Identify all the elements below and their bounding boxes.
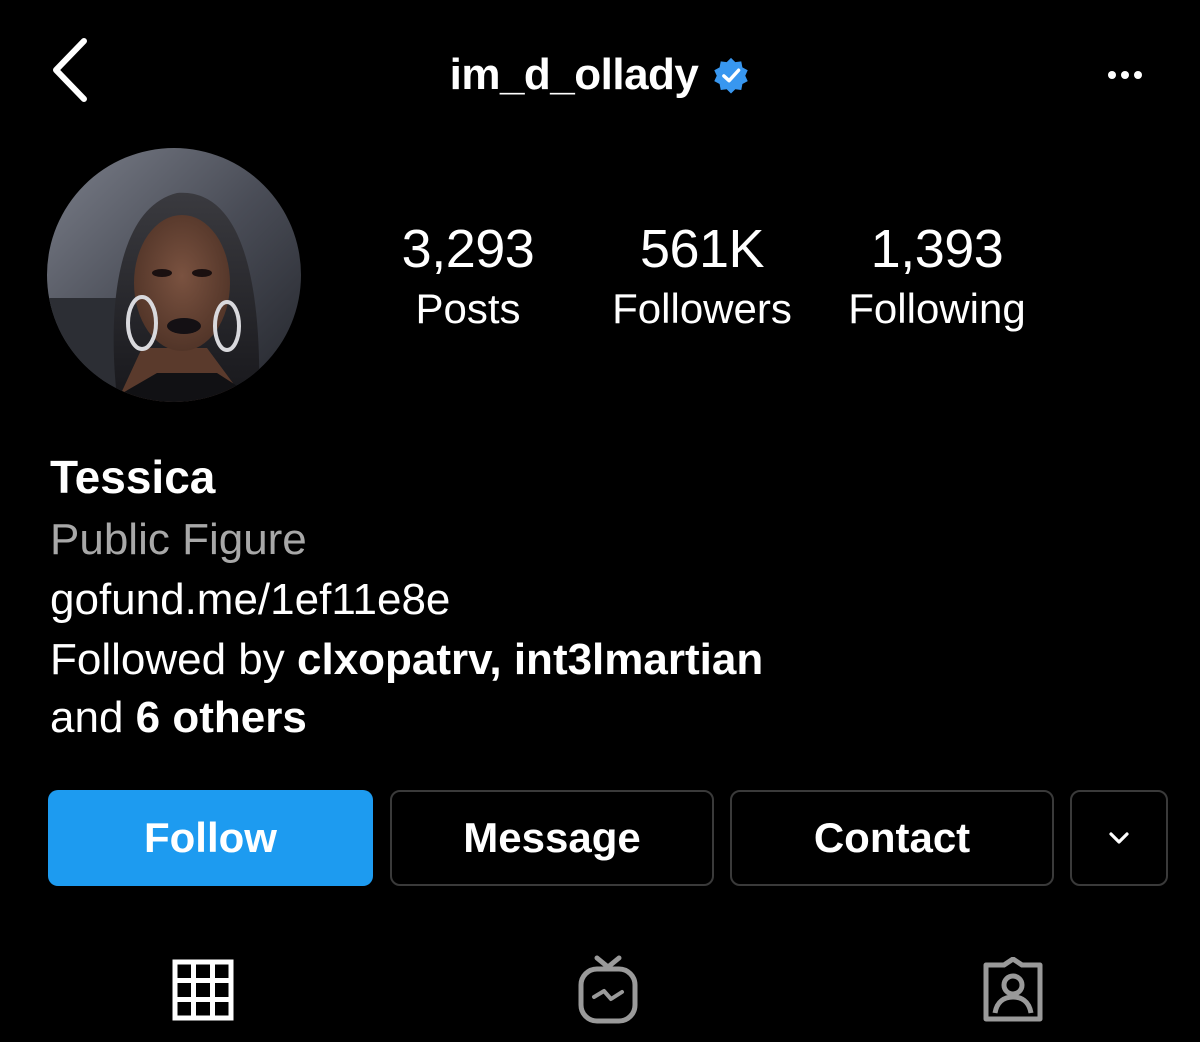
posts-label: Posts xyxy=(415,285,521,332)
followed-by-users: clxopatrv, int3lmartian xyxy=(297,635,764,684)
profile-photo xyxy=(47,148,301,402)
tab-igtv[interactable] xyxy=(548,945,668,1035)
tab-posts-grid[interactable] xyxy=(143,945,263,1035)
chevron-left-icon xyxy=(53,38,87,102)
profile-category: Public Figure xyxy=(50,515,307,564)
igtv-icon xyxy=(578,955,638,1024)
followers-label: Followers xyxy=(612,285,792,332)
grid-icon xyxy=(172,959,234,1021)
followed-by-prefix: Followed by xyxy=(50,635,298,684)
chevron-down-icon xyxy=(1109,832,1129,844)
suggested-accounts-button[interactable] xyxy=(1070,790,1168,886)
avatar[interactable] xyxy=(47,148,301,402)
profile-header: im_d_ollady xyxy=(300,40,900,110)
followers-count: 561K xyxy=(639,219,765,279)
bio-link[interactable]: gofund.me/1ef11e8e xyxy=(50,573,450,627)
tab-tagged[interactable] xyxy=(953,945,1073,1035)
following-label: Following xyxy=(848,285,1026,332)
followed-by[interactable]: Followed by clxopatrv, int3lmartian and … xyxy=(50,631,1050,747)
verified-badge-icon xyxy=(714,57,749,94)
more-horizontal-icon xyxy=(1108,71,1116,79)
follow-button[interactable]: Follow xyxy=(48,790,373,886)
following-count: 1,393 xyxy=(870,219,1004,279)
stat-following[interactable]: 1,393 Following xyxy=(817,218,1057,334)
stat-followers[interactable]: 561K Followers xyxy=(582,218,822,334)
display-name: Tessica xyxy=(50,451,216,503)
posts-count: 3,293 xyxy=(401,219,535,279)
stat-posts[interactable]: 3,293 Posts xyxy=(348,218,588,334)
back-button[interactable] xyxy=(40,30,100,110)
contact-button[interactable]: Contact xyxy=(730,790,1054,886)
username: im_d_ollady xyxy=(449,50,699,99)
more-options-button[interactable] xyxy=(1090,45,1160,105)
followed-by-others: 6 others xyxy=(135,693,307,742)
tagged-icon xyxy=(983,957,1043,1022)
followed-by-and: and xyxy=(50,693,136,742)
message-button[interactable]: Message xyxy=(390,790,714,886)
